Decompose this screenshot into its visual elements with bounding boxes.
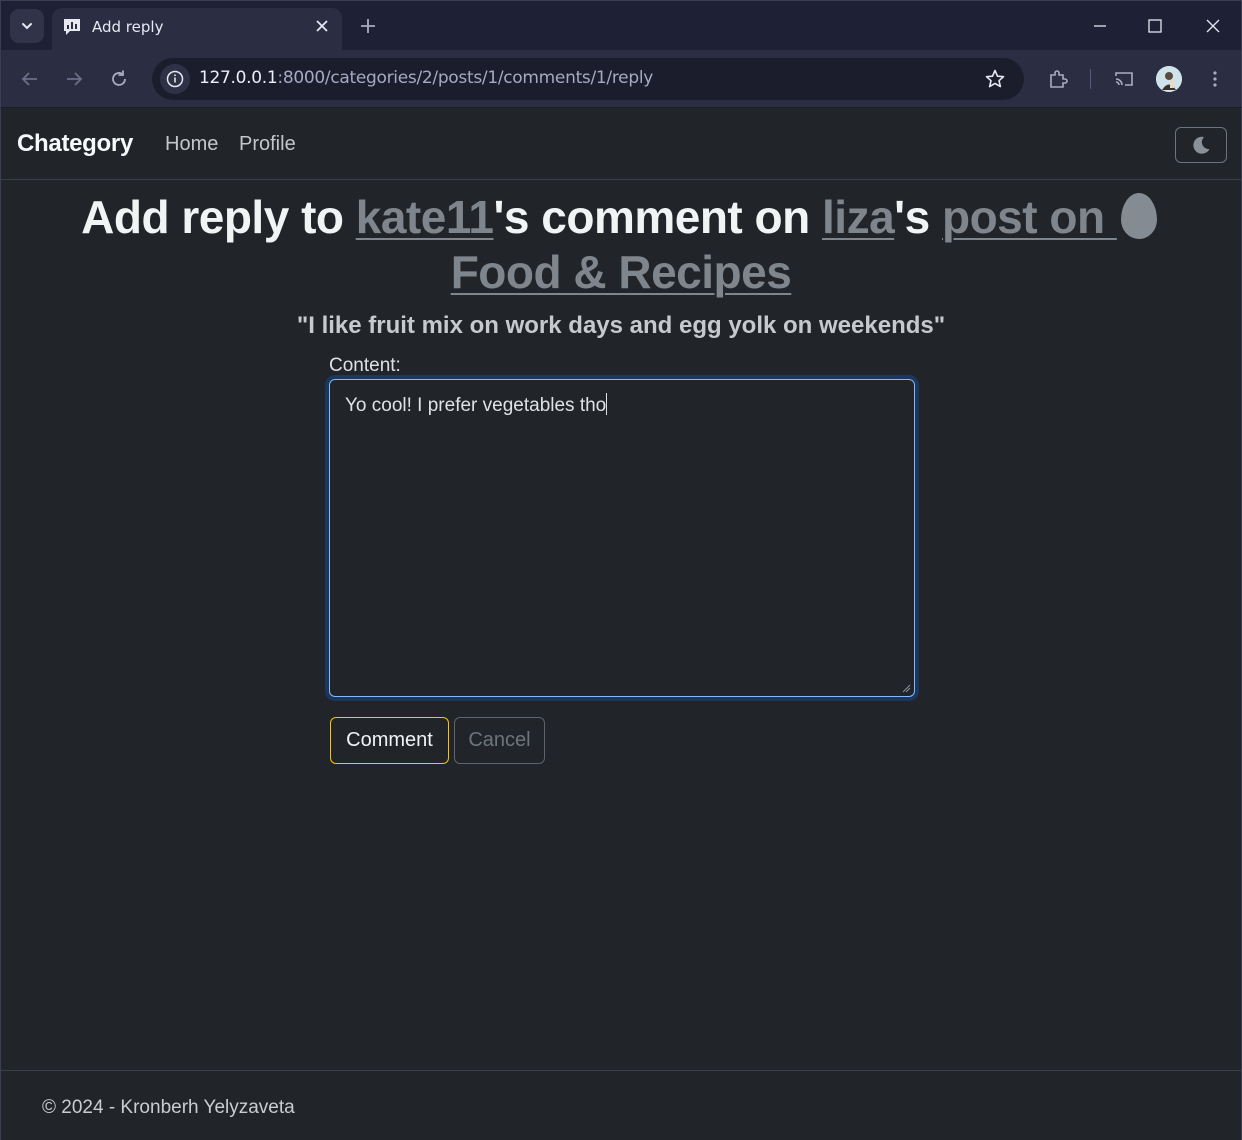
cancel-button[interactable]: Cancel (454, 717, 545, 764)
avatar-image-icon (1156, 66, 1182, 92)
browser-tabstrip: Add reply (0, 0, 1242, 51)
post-link-text: post on (941, 191, 1117, 243)
resize-grip-icon[interactable] (902, 684, 911, 693)
page-content: Chategory Home Profile Add reply to kate… (0, 108, 1242, 1140)
footer-copyright: © 2024 - Kronberh Yelyzaveta (42, 1097, 295, 1118)
nav-link-profile[interactable]: Profile (239, 133, 296, 156)
site-info-button[interactable] (160, 64, 190, 94)
text-caret (606, 393, 608, 415)
post-author-link[interactable]: liza (822, 191, 895, 243)
page-title: Add reply to kate11's comment on liza's … (21, 190, 1221, 300)
title-mid: 's comment on (493, 191, 823, 243)
maximize-icon[interactable] (1144, 15, 1166, 37)
content-label: Content: (329, 355, 401, 376)
quoted-comment: "I like fruit mix on work days and egg y… (296, 312, 946, 339)
profile-avatar[interactable] (1156, 66, 1182, 92)
nav-link-home[interactable]: Home (165, 133, 218, 156)
comment-submit-button[interactable]: Comment (330, 717, 449, 764)
url-path: :8000/categories/2/posts/1/comments/1/re… (277, 68, 654, 88)
category-name: Food & Recipes (450, 246, 792, 298)
new-tab-plus-icon[interactable] (358, 16, 378, 36)
content-textarea[interactable]: Yo cool! I prefer vegetables tho (329, 379, 915, 697)
menu-icon[interactable] (1204, 68, 1226, 90)
tab-search-button[interactable] (10, 9, 44, 43)
textarea-value: Yo cool! I prefer vegetables tho (345, 395, 607, 416)
browser-toolbar: 127.0.0.1:8000/categories/2/posts/1/comm… (0, 50, 1242, 108)
page-footer: © 2024 - Kronberh Yelyzaveta (1, 1070, 1241, 1140)
brand-logo[interactable]: Chategory (17, 130, 133, 158)
url-host: 127.0.0.1 (199, 68, 278, 88)
comment-author-link[interactable]: kate11 (356, 191, 494, 243)
theme-toggle-button[interactable] (1175, 127, 1227, 163)
bookmark-star-icon[interactable] (984, 68, 1006, 90)
egg-icon (1120, 193, 1157, 239)
window-close-icon[interactable] (1202, 15, 1224, 37)
browser-tab-active[interactable]: Add reply (52, 8, 342, 51)
url-text: 127.0.0.1:8000/categories/2/posts/1/comm… (199, 68, 653, 88)
minimize-icon[interactable] (1089, 15, 1111, 37)
info-icon (166, 70, 184, 88)
toolbar-separator (1090, 69, 1091, 89)
site-favicon-icon (64, 19, 80, 35)
site-navbar: Chategory Home Profile (1, 108, 1241, 180)
address-bar[interactable]: 127.0.0.1:8000/categories/2/posts/1/comm… (152, 58, 1024, 100)
cast-icon[interactable] (1113, 68, 1135, 90)
reload-icon[interactable] (108, 68, 130, 90)
chevron-down-icon (22, 23, 32, 30)
forward-icon[interactable] (63, 68, 85, 90)
back-icon[interactable] (19, 68, 41, 90)
title-prefix: Add reply to (81, 191, 356, 243)
title-possessive: 's (894, 191, 942, 243)
moon-icon (1193, 136, 1210, 154)
tab-close-icon[interactable] (314, 18, 330, 34)
tab-title: Add reply (92, 18, 164, 36)
extensions-icon[interactable] (1047, 68, 1069, 90)
